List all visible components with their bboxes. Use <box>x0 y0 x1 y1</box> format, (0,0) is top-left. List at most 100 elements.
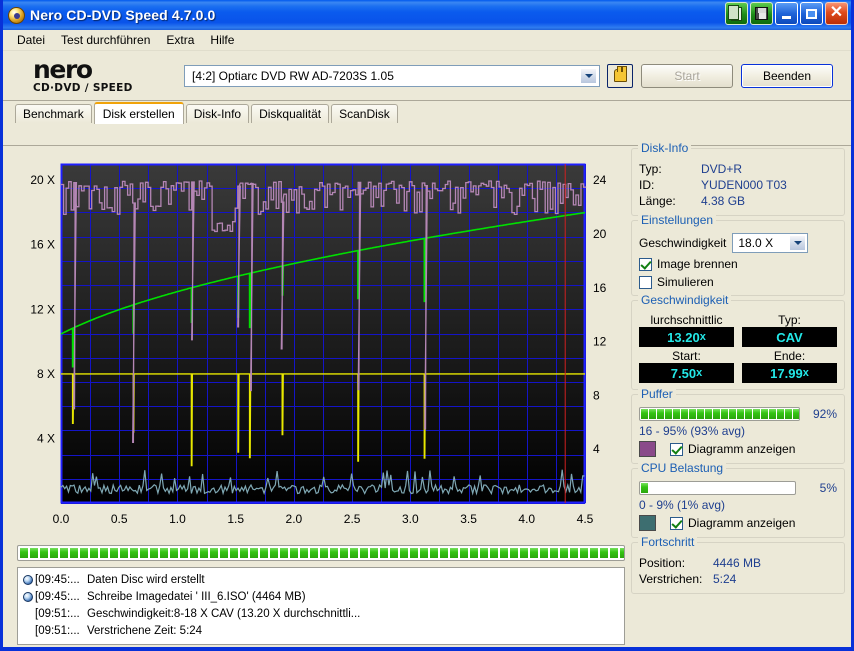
tab-benchmark[interactable]: Benchmark <box>15 104 92 123</box>
progress-segment <box>120 548 128 558</box>
tab-disk-erstellen[interactable]: Disk erstellen <box>93 102 184 124</box>
speed-start: Start: 7.50 x <box>639 349 734 383</box>
chevron-down-icon[interactable] <box>580 67 597 84</box>
menu-item-hilfe[interactable]: Hilfe <box>202 31 242 49</box>
group-title: Puffer <box>638 387 676 401</box>
checkbox-buffer-diagram[interactable]: Diagramm anzeigen <box>670 442 795 456</box>
group-title: CPU Belastung <box>638 461 727 475</box>
progress-segment <box>705 409 712 419</box>
menu-item-datei[interactable]: Datei <box>9 31 53 49</box>
progress-segment <box>60 548 68 558</box>
progress-segment <box>370 548 378 558</box>
x-axis-tick: 1.5 <box>227 512 244 526</box>
log-message: Verstrichene Zeit: 5:24 <box>87 624 203 637</box>
progress-segment <box>729 409 736 419</box>
tab-diskqualitaet[interactable]: Diskqualität <box>251 104 330 123</box>
progress-segment <box>590 548 598 558</box>
hand-eject-icon[interactable] <box>607 63 633 88</box>
menu-item-extra[interactable]: Extra <box>158 31 202 49</box>
x-axis-tick: 1.0 <box>169 512 186 526</box>
progress-segment <box>430 548 438 558</box>
x-axis-tick: 4.5 <box>577 512 594 526</box>
menu-item-test-durchfuehren[interactable]: Test durchführen <box>53 31 158 49</box>
list-item: [09:51:... Geschwindigkeit:8-18 X CAV (1… <box>20 605 622 622</box>
progress-group: Fortschritt Position: 4446 MB Verstriche… <box>631 535 845 594</box>
log-message: Daten Disc wird erstellt <box>87 573 205 586</box>
label: ID: <box>639 178 655 192</box>
progress-segment <box>550 548 558 558</box>
group-title: Geschwindigkeit <box>638 293 732 307</box>
progress-segment <box>641 483 648 493</box>
speed-setting-row: Geschwindigkeit 18.0 X <box>639 233 837 253</box>
progress-segment <box>460 548 468 558</box>
value-display: 7.50 x <box>639 363 734 383</box>
cpu-color-swatch[interactable] <box>639 515 656 531</box>
progress-segment <box>673 409 680 419</box>
cpu-group: CPU Belastung 5% 0 - 9% (1% avg) Diagram… <box>631 461 845 538</box>
tab-disk-info[interactable]: Disk-Info <box>185 104 250 123</box>
progress-segment <box>500 548 508 558</box>
progress-segment <box>785 409 792 419</box>
quit-button[interactable]: Beenden <box>741 63 833 88</box>
value: 4.38 GB <box>701 194 746 208</box>
value: YUDEN000 T03 <box>701 178 787 192</box>
log-list[interactable]: [09:45:... Daten Disc wird erstellt [09:… <box>17 567 625 645</box>
progress-segment <box>761 409 768 419</box>
checkbox-simulieren[interactable]: Simulieren <box>639 275 837 289</box>
save-floppy-icon[interactable] <box>750 2 773 25</box>
x-axis-tick: 0.5 <box>111 512 128 526</box>
tab-scandisk[interactable]: ScanDisk <box>331 104 398 123</box>
value-display: CAV <box>742 327 837 347</box>
suffix: x <box>699 331 706 343</box>
drive-select[interactable]: [4:2] Optiarc DVD RW AD-7203S 1.05 <box>184 64 600 87</box>
checkbox-image-brennen[interactable]: Image brennen <box>639 257 837 271</box>
checkbox-cpu-diagram[interactable]: Diagramm anzeigen <box>670 516 795 530</box>
copy-document-icon[interactable] <box>725 2 748 25</box>
log-time: [09:51:... <box>35 624 80 637</box>
progress-segment <box>713 409 720 419</box>
progress-segment <box>753 409 760 419</box>
label: Verstrichen: <box>639 572 703 586</box>
progress-segment <box>681 409 688 419</box>
progress-segment <box>260 548 268 558</box>
checkbox-icon[interactable] <box>639 275 652 289</box>
maximize-button[interactable] <box>800 2 823 25</box>
group-title: Fortschritt <box>638 535 698 549</box>
log-time: [09:45:... <box>35 590 80 603</box>
x-axis-tick: 3.0 <box>402 512 419 526</box>
tab-strip: Benchmark Disk erstellen Disk-Info Diskq… <box>3 101 851 124</box>
disk-info-row-typ: Typ: DVD+R <box>639 161 837 177</box>
progress-segment <box>570 548 578 558</box>
nero-logo: nero CD·DVD ∕ SPEED <box>15 57 160 93</box>
progress-segment <box>470 548 478 558</box>
checkbox-icon[interactable] <box>670 442 683 456</box>
chevron-down-icon[interactable] <box>789 235 807 251</box>
checkbox-icon[interactable] <box>639 257 652 271</box>
progress-segment <box>140 548 148 558</box>
buffer-color-swatch[interactable] <box>639 441 656 457</box>
progress-segment <box>520 548 528 558</box>
disc-icon <box>20 591 35 602</box>
progress-segment <box>490 548 498 558</box>
close-button[interactable]: ✕ <box>825 2 848 25</box>
progress-segment <box>340 548 348 558</box>
toolbar: nero CD·DVD ∕ SPEED [4:2] Optiarc DVD RW… <box>3 51 851 101</box>
minimize-button[interactable] <box>775 2 798 25</box>
checkbox-icon[interactable] <box>670 516 683 530</box>
progress-segment <box>30 548 38 558</box>
progress-segment <box>450 548 458 558</box>
progress-segment <box>440 548 448 558</box>
progress-segment <box>300 548 308 558</box>
buffer-group: Puffer 92% 16 - 95% (93% avg) Diagramm a… <box>631 387 845 464</box>
value: CAV <box>776 329 803 345</box>
settings-group: Einstellungen Geschwindigkeit 18.0 X Ima… <box>631 213 845 296</box>
progress-segment <box>410 548 418 558</box>
value: 5:24 <box>713 572 737 586</box>
start-button[interactable]: Start <box>641 63 733 88</box>
progress-segment <box>769 409 776 419</box>
x-axis-tick: 4.0 <box>518 512 535 526</box>
progress-segment <box>310 548 318 558</box>
y-axis-right-tick: 16 <box>593 281 607 295</box>
speed-select[interactable]: 18.0 X <box>732 233 809 253</box>
y-axis-left-tick: 8 X <box>37 367 55 381</box>
